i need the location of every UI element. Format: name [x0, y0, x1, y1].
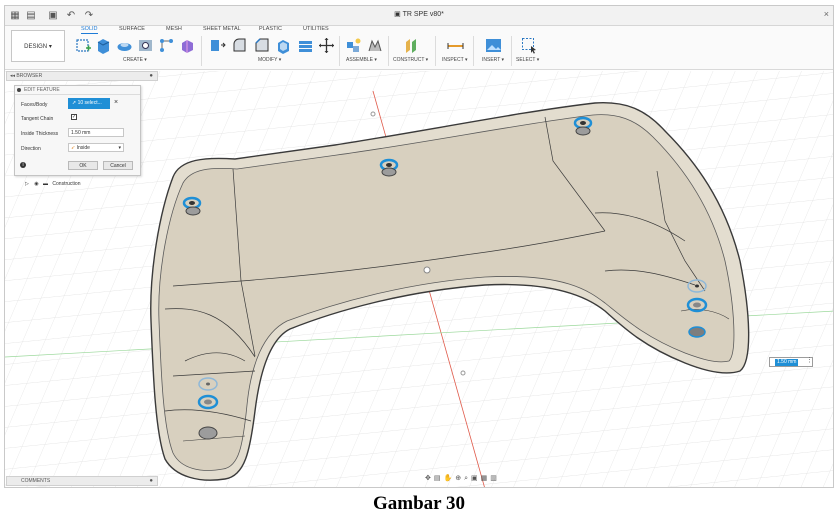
info-icon[interactable]: i	[20, 162, 26, 168]
measure-icon[interactable]	[447, 37, 464, 54]
separator	[201, 36, 202, 66]
edit-feature-dialog: EDIT FEATURE Faces/Body ➚ 10 select... ×…	[14, 85, 141, 176]
fit-icon[interactable]: ⌕	[464, 475, 471, 482]
insert-image-icon[interactable]	[485, 37, 502, 54]
tab-surface[interactable]: SURFACE	[119, 26, 145, 34]
joint-icon[interactable]	[366, 37, 383, 54]
cancel-button[interactable]: Cancel	[103, 161, 133, 170]
tab-utilities[interactable]: UTILITIES	[303, 26, 329, 34]
browser-item-construction[interactable]: ▷ ◉ ▬ Construction	[25, 181, 80, 187]
combine-icon[interactable]	[297, 37, 314, 54]
move-icon[interactable]	[318, 37, 335, 54]
press-pull-icon[interactable]	[209, 37, 226, 54]
tab-mesh[interactable]: MESH	[166, 26, 182, 34]
pin-icon[interactable]: ●	[149, 477, 153, 486]
collapse-icon[interactable]: ◂◂	[10, 73, 15, 79]
grid-settings-icon[interactable]: ▦	[481, 475, 491, 482]
title-bar: ▦ ▤ ▣ ↶ ↷ ▣ TR SPE v80* ×	[5, 6, 833, 26]
zoom-icon[interactable]: ⊕	[455, 475, 464, 482]
fillet-icon[interactable]	[231, 37, 248, 54]
inside-thickness-field[interactable]: 1.50 mm	[68, 128, 124, 137]
separator	[388, 36, 389, 66]
document-icon: ▣	[394, 11, 403, 18]
comments-panel-header[interactable]: COMMENTS ●	[6, 476, 158, 486]
modify-menu[interactable]: MODIFY ▾	[258, 57, 281, 63]
shell-icon[interactable]	[275, 37, 292, 54]
faces-select-button[interactable]: ➚ 10 select...	[68, 98, 110, 109]
navigation-bar: ✥▤✋⊕⌕▣▦▥	[425, 474, 549, 486]
form-icon[interactable]	[179, 37, 196, 54]
direction-select[interactable]: ➶ Inside ▾	[68, 143, 124, 152]
select-window-icon[interactable]	[521, 37, 538, 54]
folder-icon: ▬	[43, 181, 49, 187]
tab-plastic[interactable]: PLASTIC	[259, 26, 282, 34]
browser-panel-header[interactable]: ◂◂ BROWSER ●	[6, 71, 158, 81]
clear-selection-icon[interactable]: ×	[114, 99, 118, 106]
separator	[473, 36, 474, 66]
create-sketch-icon[interactable]	[75, 37, 92, 54]
assemble-menu[interactable]: ASSEMBLE ▾	[346, 57, 377, 63]
insert-menu[interactable]: INSERT ▾	[482, 57, 504, 63]
hole-icon[interactable]	[137, 37, 154, 54]
construct-menu[interactable]: CONSTRUCT ▾	[393, 57, 428, 63]
revolve-icon[interactable]	[116, 37, 133, 54]
chamfer-icon[interactable]	[253, 37, 270, 54]
dialog-status-icon	[17, 88, 21, 92]
inspect-menu[interactable]: INSPECT ▾	[442, 57, 468, 63]
origin-point[interactable]	[423, 266, 431, 274]
visibility-eye-icon[interactable]: ◉	[34, 181, 38, 187]
orbit-icon[interactable]: ✥	[425, 475, 434, 482]
ok-button[interactable]: OK	[68, 161, 98, 170]
separator	[339, 36, 340, 66]
extrude-icon[interactable]	[95, 37, 112, 54]
new-component-icon[interactable]	[345, 37, 362, 54]
pattern-icon[interactable]	[158, 37, 175, 54]
expand-arrow-icon[interactable]: ▷	[25, 181, 29, 187]
viewports-icon[interactable]: ▥	[490, 475, 500, 482]
close-icon[interactable]: ×	[824, 9, 829, 19]
fusion-window: ▦ ▤ ▣ ↶ ↷ ▣ TR SPE v80* × DESIGN ▾ SOLID…	[4, 5, 834, 488]
tab-solid[interactable]: SOLID	[81, 26, 98, 34]
document-title: ▣ TR SPE v80*	[394, 11, 444, 18]
separator	[435, 36, 436, 66]
create-menu[interactable]: CREATE ▾	[123, 57, 147, 63]
separator	[511, 36, 512, 66]
offset-plane-icon[interactable]	[404, 37, 421, 54]
inside-thickness-label: Inside Thickness	[21, 131, 59, 137]
select-menu[interactable]: SELECT ▾	[516, 57, 539, 63]
tangent-chain-label: Tangent Chain	[21, 116, 54, 122]
tab-sheet-metal[interactable]: SHEET METAL	[203, 26, 241, 34]
pin-icon[interactable]: ●	[149, 72, 153, 81]
tangent-chain-checkbox[interactable]: ✓	[71, 114, 77, 120]
look-at-icon[interactable]: ▤	[434, 475, 444, 482]
workspace-switcher[interactable]: DESIGN ▾	[11, 30, 65, 62]
pan-icon[interactable]: ✋	[444, 475, 456, 482]
display-settings-icon[interactable]: ▣	[471, 475, 481, 482]
axis-point	[460, 370, 466, 376]
figure-caption: Gambar 30	[372, 493, 465, 514]
chevron-down-icon: ▾	[118, 145, 121, 151]
faces-label: Faces/Body	[21, 102, 48, 108]
direction-label: Direction	[21, 146, 41, 152]
dialog-header: EDIT FEATURE	[15, 86, 140, 95]
toolbar-ribbon: DESIGN ▾ SOLID SURFACE MESH SHEET METAL …	[5, 26, 833, 70]
axis-point	[370, 111, 376, 117]
more-options-icon[interactable]: ⋮	[806, 356, 813, 364]
